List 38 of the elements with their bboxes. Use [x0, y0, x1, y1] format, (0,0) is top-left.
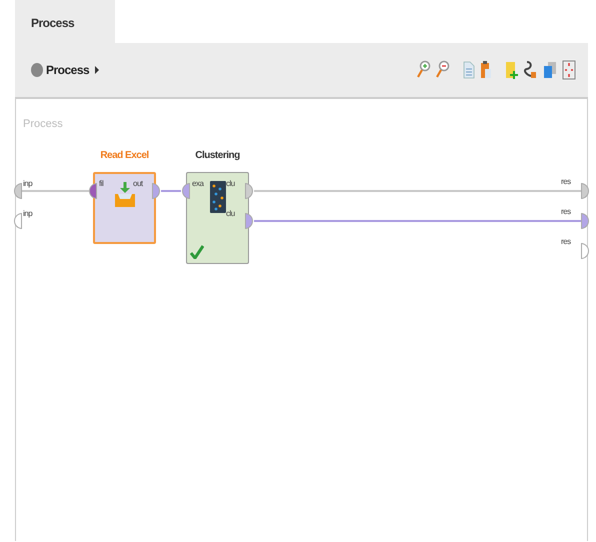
process-tab[interactable]: Process: [15, 0, 115, 43]
port-label: exa: [192, 179, 204, 188]
result-port[interactable]: [581, 213, 589, 229]
input-port[interactable]: [182, 183, 190, 199]
document-icon[interactable]: [463, 61, 475, 79]
input-port[interactable]: [89, 183, 97, 199]
port-label: res: [561, 177, 571, 186]
fit-icon[interactable]: [562, 60, 576, 80]
input-port[interactable]: [14, 213, 22, 229]
operator-node[interactable]: [186, 172, 249, 264]
canvas-title: Process: [23, 118, 63, 130]
port-label: fil: [99, 179, 104, 188]
clipboard-icon[interactable]: [480, 61, 492, 79]
port-label: out: [133, 179, 143, 188]
input-port[interactable]: [14, 183, 22, 199]
port-label: clu: [226, 209, 235, 218]
add-note-icon[interactable]: [505, 60, 519, 80]
operator-node[interactable]: [93, 172, 156, 244]
zoom-out-icon[interactable]: [436, 60, 450, 80]
port-label: inp: [23, 209, 32, 218]
zoom-in-icon[interactable]: [417, 60, 431, 80]
output-port[interactable]: [245, 213, 253, 229]
port-label: clu: [226, 179, 235, 188]
port-label: inp: [23, 179, 32, 188]
operator-name: Clustering: [194, 150, 241, 161]
layers-icon[interactable]: [543, 61, 557, 79]
output-port[interactable]: [245, 183, 253, 199]
result-port[interactable]: [581, 243, 589, 259]
port-label: res: [561, 207, 571, 216]
result-port[interactable]: [581, 183, 589, 199]
plug-icon[interactable]: [524, 60, 538, 80]
operator-name: Read Excel: [99, 150, 150, 161]
scatter-icon: [210, 181, 226, 213]
check-icon: [190, 245, 204, 259]
breadcrumb-button[interactable]: Process: [31, 63, 100, 77]
port-label: res: [561, 237, 571, 246]
output-port[interactable]: [152, 183, 160, 199]
connection-line: [161, 190, 181, 192]
